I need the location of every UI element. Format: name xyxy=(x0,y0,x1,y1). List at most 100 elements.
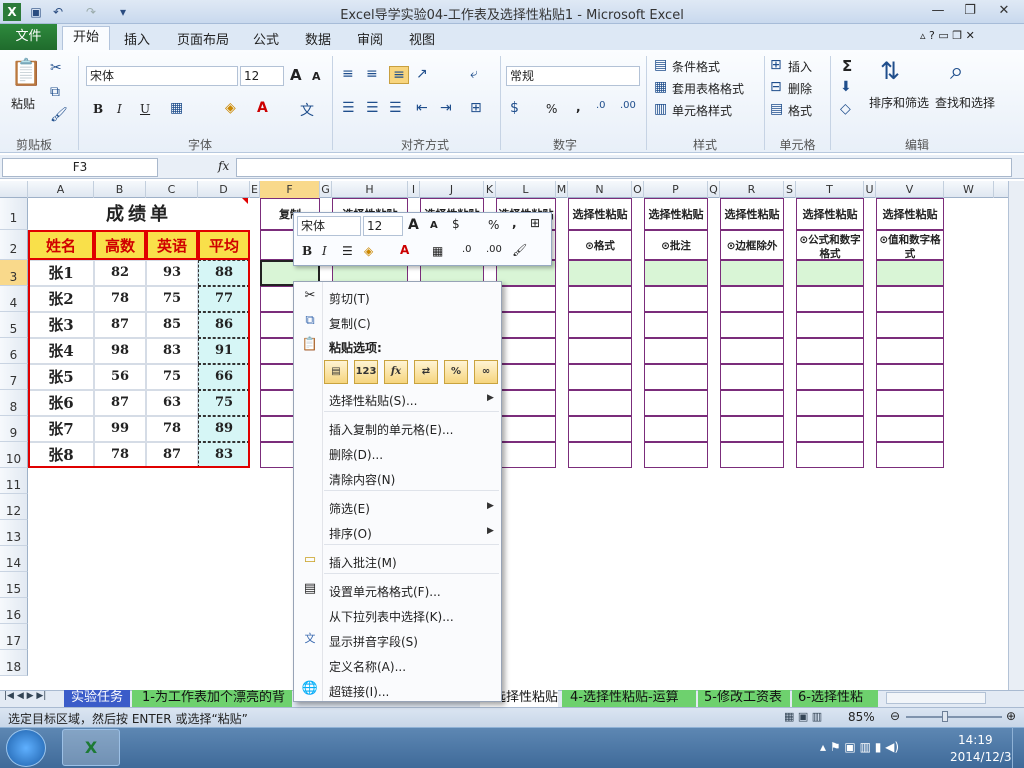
tab-data[interactable]: 数据 xyxy=(305,29,331,49)
zoom-slider[interactable] xyxy=(906,716,1002,718)
paste-option-values-icon[interactable]: 123 xyxy=(354,360,378,384)
paste-target-cell[interactable] xyxy=(644,364,708,390)
header-cell[interactable]: 英语 xyxy=(146,230,198,260)
paste-option-formulas-icon[interactable]: fx xyxy=(384,360,408,384)
show-desktop-button[interactable] xyxy=(1012,728,1024,768)
mini-comma-button[interactable]: , xyxy=(512,216,517,230)
find-select-icon[interactable]: ⌕ xyxy=(950,57,963,85)
paste-target-cell[interactable] xyxy=(720,416,784,442)
decrease-decimal-icon[interactable]: .00 xyxy=(620,100,636,111)
format-as-table-button[interactable]: 套用表格格式 xyxy=(672,80,744,97)
view-buttons-icon[interactable]: ▦ ▣ ▥ xyxy=(784,710,822,723)
paste-target-cell[interactable] xyxy=(876,312,944,338)
header-cell[interactable]: 高数 xyxy=(94,230,146,260)
data-cell[interactable]: 98 xyxy=(94,338,146,364)
tab-file[interactable]: 文件 xyxy=(0,24,57,50)
paste-target-cell[interactable] xyxy=(876,286,944,312)
data-cell[interactable]: 87 xyxy=(94,312,146,338)
increase-indent-icon[interactable]: ⇥ xyxy=(440,100,452,116)
align-bottom-icon[interactable]: ≡ xyxy=(389,66,409,84)
menu-delete[interactable]: 删除(D)... xyxy=(329,446,383,463)
column-header-F[interactable]: F xyxy=(260,181,320,198)
mini-bold-button[interactable]: B xyxy=(302,244,312,258)
column-header-V[interactable]: V xyxy=(876,181,944,198)
column-header-H[interactable]: H xyxy=(332,181,408,198)
row-header-2[interactable]: 2 xyxy=(0,230,28,260)
paste-target-cell[interactable] xyxy=(644,416,708,442)
format-painter-icon[interactable]: 🖌 xyxy=(50,107,68,123)
paste-target-cell[interactable] xyxy=(496,312,556,338)
increase-decimal-icon[interactable]: .0 xyxy=(596,100,606,111)
cut-icon[interactable]: ✂ xyxy=(50,60,62,76)
paste-target-cell[interactable] xyxy=(568,260,632,286)
paste-target-cell[interactable] xyxy=(876,390,944,416)
row-header-9[interactable]: 9 xyxy=(0,416,28,442)
row-header-17[interactable]: 17 xyxy=(0,624,28,650)
sheet-tab-1[interactable]: 1-为工作表加个漂亮的背 xyxy=(132,690,292,707)
cell-styles-button[interactable]: 单元格样式 xyxy=(672,102,732,119)
paste-target-cell[interactable] xyxy=(496,416,556,442)
paste-target-cell[interactable] xyxy=(568,338,632,364)
paste-target-cell[interactable] xyxy=(876,260,944,286)
column-header-A[interactable]: A xyxy=(28,181,94,198)
ribbon-collapse-icon[interactable]: ▵ ? ▭ ❐ ✕ xyxy=(920,29,975,49)
menu-cut[interactable]: 剪切(T) xyxy=(329,290,370,307)
menu-pick-from-list[interactable]: 从下拉列表中选择(K)... xyxy=(329,608,454,625)
paste-target-cell[interactable] xyxy=(876,338,944,364)
tab-page-layout[interactable]: 页面布局 xyxy=(177,29,229,49)
average-cell[interactable]: 88 xyxy=(198,260,250,286)
comma-button[interactable]: , xyxy=(576,100,581,114)
paste-target-cell[interactable] xyxy=(568,390,632,416)
sheet-tab-0[interactable]: 实验任务 xyxy=(64,690,130,707)
paste-target-cell[interactable] xyxy=(644,390,708,416)
delete-cells-button[interactable]: 删除 xyxy=(788,80,812,97)
average-cell[interactable]: 83 xyxy=(198,442,250,468)
paste-target-cell[interactable] xyxy=(496,442,556,468)
menu-define-name[interactable]: 定义名称(A)... xyxy=(329,658,406,675)
align-right-icon[interactable]: ☰ xyxy=(389,100,402,116)
average-cell[interactable]: 91 xyxy=(198,338,250,364)
merge-center-icon[interactable]: ⊞ xyxy=(470,100,482,116)
shrink-font-button[interactable]: A xyxy=(312,70,321,83)
paste-target-cell[interactable] xyxy=(496,390,556,416)
font-name-combo[interactable]: 宋体 xyxy=(86,66,238,86)
conditional-format-button[interactable]: 条件格式 xyxy=(672,58,720,75)
data-cell[interactable]: 张7 xyxy=(28,416,94,442)
paste-target-cell[interactable] xyxy=(568,442,632,468)
data-cell[interactable]: 56 xyxy=(94,364,146,390)
column-header-P[interactable]: P xyxy=(644,181,708,198)
column-header-E[interactable]: E xyxy=(250,181,260,198)
paste-header-cell[interactable]: 选择性粘贴 xyxy=(876,198,944,230)
sort-filter-button[interactable]: 排序和筛选 xyxy=(869,94,929,111)
data-cell[interactable]: 张6 xyxy=(28,390,94,416)
align-center-icon[interactable]: ☰ xyxy=(366,100,379,116)
currency-icon[interactable]: $ xyxy=(510,100,519,116)
sheet-tab-6[interactable]: 6-选择性粘 xyxy=(792,690,878,707)
paste-target-cell[interactable] xyxy=(876,442,944,468)
data-cell[interactable]: 张3 xyxy=(28,312,94,338)
mini-percent-button[interactable]: % xyxy=(488,218,499,232)
data-cell[interactable]: 张4 xyxy=(28,338,94,364)
paste-target-cell[interactable] xyxy=(796,260,864,286)
restore-button[interactable]: ❐ xyxy=(956,2,984,20)
header-cell[interactable]: 姓名 xyxy=(28,230,94,260)
paste-target-cell[interactable] xyxy=(568,286,632,312)
excel-taskbar-button[interactable]: X xyxy=(62,729,120,766)
column-header-C[interactable]: C xyxy=(146,181,198,198)
paste-header-cell[interactable]: 选择性粘贴 xyxy=(644,198,708,230)
menu-filter[interactable]: 筛选(E) xyxy=(329,500,370,517)
row-header-14[interactable]: 14 xyxy=(0,546,28,572)
wrap-text-icon[interactable]: ⤶ xyxy=(470,66,478,82)
close-button[interactable]: ✕ xyxy=(990,2,1018,20)
column-header-S[interactable]: S xyxy=(784,181,796,198)
data-cell[interactable]: 78 xyxy=(146,416,198,442)
paste-target-cell[interactable] xyxy=(876,364,944,390)
insert-function-button[interactable]: fx xyxy=(218,159,229,173)
menu-insert-comment[interactable]: 插入批注(M) xyxy=(329,554,397,571)
align-top-icon[interactable]: ≡ xyxy=(342,66,354,82)
menu-paste-special[interactable]: 选择性粘贴(S)... xyxy=(329,392,417,409)
column-header-N[interactable]: N xyxy=(568,181,632,198)
menu-insert-copied[interactable]: 插入复制的单元格(E)... xyxy=(329,421,453,438)
paste-target-cell[interactable] xyxy=(644,442,708,468)
copy-icon[interactable]: ⧉ xyxy=(50,84,60,100)
